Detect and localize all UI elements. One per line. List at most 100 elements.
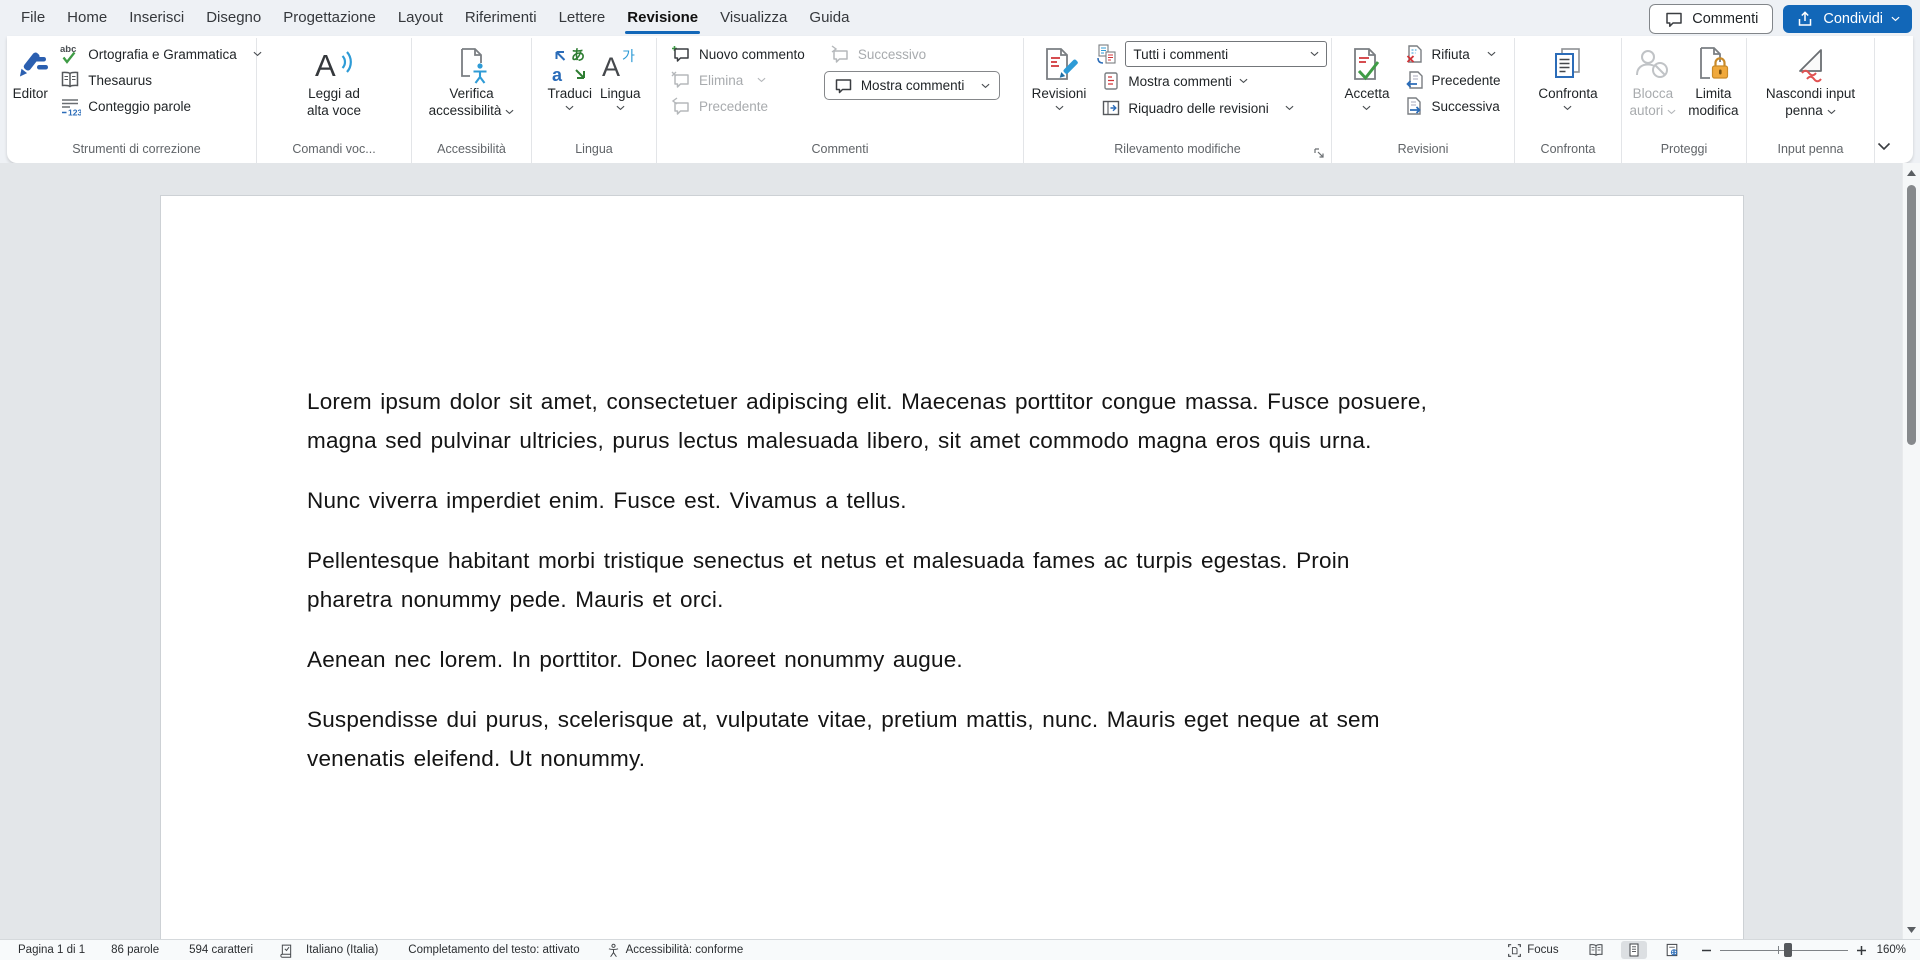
hide-ink-button[interactable]: Nascondi input penna	[1762, 40, 1859, 142]
chevron-down-icon	[1891, 16, 1900, 22]
comments-button[interactable]: Commenti	[1649, 4, 1773, 34]
tab-file[interactable]: File	[10, 1, 56, 36]
document-paragraph[interactable]: Nunc viverra imperdiet enim. Fusce est. …	[307, 481, 1605, 520]
status-bar: Pagina 1 di 1 86 parole 594 caratteri It…	[0, 939, 1920, 960]
collapse-ribbon-icon[interactable]	[1877, 142, 1891, 151]
chevron-down-icon	[1362, 105, 1371, 111]
compare-button[interactable]: Confronta	[1534, 40, 1601, 142]
accept-icon	[1347, 45, 1387, 85]
show-markup-icon	[1101, 71, 1121, 91]
tracking-dialog-launcher-icon[interactable]	[1312, 146, 1326, 160]
tab-layout[interactable]: Layout	[387, 1, 454, 36]
chevron-down-icon	[1563, 105, 1572, 111]
delete-comment-label: Elimina	[699, 73, 743, 88]
zoom-slider-tick	[1778, 946, 1780, 954]
group-label-ink: Input penna	[1747, 142, 1874, 163]
svg-text:A: A	[315, 48, 336, 83]
tab-disegno[interactable]: Disegno	[195, 1, 272, 36]
markup-view-value: Tutti i commenti	[1133, 47, 1228, 62]
group-proofing: Editor abc Ortografia e Grammatica Thesa…	[17, 38, 257, 163]
zoom-out-icon[interactable]	[1701, 945, 1712, 956]
show-comments-button[interactable]: Mostra commenti	[824, 71, 1001, 100]
status-left: Pagina 1 di 1 86 parole 594 caratteri It…	[0, 943, 743, 958]
markup-view-combobox[interactable]: Tutti i commenti	[1125, 41, 1327, 67]
reject-button[interactable]: Rifiuta	[1399, 41, 1505, 67]
read-aloud-button[interactable]: A Leggi ad alta voce	[303, 40, 365, 142]
show-markup-button[interactable]: Mostra commenti	[1096, 68, 1327, 94]
previous-change-button[interactable]: Precedente	[1399, 67, 1505, 93]
delete-comment-icon	[670, 69, 692, 91]
check-accessibility-button[interactable]: Verifica accessibilità	[425, 40, 519, 142]
next-comment-icon	[829, 43, 851, 65]
previous-comment-icon	[670, 95, 692, 117]
print-layout-button[interactable]	[1621, 941, 1647, 959]
document-paragraph[interactable]: Lorem ipsum dolor sit amet, consectetuer…	[307, 382, 1605, 460]
group-language: a あ Traduci A가 Lingua Lingua	[532, 38, 657, 163]
status-language[interactable]: Italiano (Italia)	[306, 944, 378, 956]
tab-inserisci[interactable]: Inserisci	[118, 1, 195, 36]
read-aloud-label-line2: alta voce	[307, 102, 361, 119]
new-comment-button[interactable]: Nuovo commento	[665, 41, 810, 67]
status-page-number[interactable]: Pagina 1 di 1	[18, 944, 85, 956]
scrollbar-thumb[interactable]	[1907, 185, 1916, 445]
tab-riferimenti[interactable]: Riferimenti	[454, 1, 548, 36]
group-accessibility: Verifica accessibilità Accessibilità	[412, 38, 532, 163]
spelling-grammar-button[interactable]: abc Ortografia e Grammatica	[54, 41, 267, 67]
chevron-down-icon	[505, 109, 514, 115]
read-mode-icon	[1588, 942, 1604, 958]
zoom-slider-handle[interactable]	[1784, 943, 1792, 957]
status-accessibility[interactable]: Accessibilità: conforme	[626, 944, 744, 956]
vertical-scrollbar[interactable]	[1902, 163, 1920, 940]
group-protect: Blocca autori Limita modifica Proteggi	[1622, 38, 1747, 163]
scroll-down-icon[interactable]	[1906, 926, 1917, 934]
block-authors-button[interactable]: Blocca autori	[1625, 40, 1680, 142]
zoom-level[interactable]: 160%	[1877, 944, 1906, 956]
document-paragraph[interactable]: Pellentesque habitant morbi tristique se…	[307, 541, 1605, 619]
restrict-editing-button[interactable]: Limita modifica	[1684, 40, 1742, 142]
editor-icon	[10, 45, 50, 85]
translate-button[interactable]: a あ Traduci	[543, 40, 596, 142]
chevron-down-icon	[1055, 105, 1064, 111]
tab-revisione[interactable]: Revisione	[616, 1, 709, 36]
web-layout-button[interactable]	[1659, 941, 1685, 959]
tab-home[interactable]: Home	[56, 1, 118, 36]
share-button[interactable]: Condividi	[1783, 5, 1912, 33]
document-page[interactable]: Lorem ipsum dolor sit amet, consectetuer…	[160, 195, 1744, 942]
editor-button[interactable]: Editor	[6, 40, 54, 142]
read-aloud-label-line1: Leggi ad	[308, 85, 360, 102]
delete-comment-button[interactable]: Elimina	[665, 67, 810, 93]
document-area: Lorem ipsum dolor sit amet, consectetuer…	[0, 163, 1920, 940]
svg-text:あ: あ	[571, 47, 585, 63]
markup-options-icon	[1096, 43, 1118, 65]
hide-ink-line2: penna	[1785, 102, 1823, 119]
document-paragraph[interactable]: Aenean nec lorem. In porttitor. Donec la…	[307, 640, 1605, 679]
group-label-tracking: Rilevamento modifiche	[1024, 142, 1331, 163]
language-button[interactable]: A가 Lingua	[596, 40, 645, 142]
word-count-button[interactable]: 123 Conteggio parole	[54, 93, 267, 119]
previous-comment-button[interactable]: Precedente	[665, 93, 810, 119]
scroll-up-icon[interactable]	[1906, 169, 1917, 177]
web-layout-icon	[1664, 942, 1680, 958]
document-paragraph[interactable]: Suspendisse dui purus, scelerisque at, v…	[307, 700, 1605, 778]
reviewing-pane-button[interactable]: Riquadro delle revisioni	[1096, 95, 1327, 121]
chevron-down-icon	[1239, 78, 1248, 84]
zoom-in-icon[interactable]	[1856, 945, 1867, 956]
track-changes-button[interactable]: Revisioni	[1028, 40, 1091, 142]
read-mode-button[interactable]	[1583, 941, 1609, 959]
status-word-count[interactable]: 86 parole	[111, 944, 159, 956]
status-char-count[interactable]: 594 caratteri	[189, 944, 253, 956]
status-text-completion[interactable]: Completamento del testo: attivato	[408, 944, 579, 956]
collapse-ribbon-area	[1875, 38, 1909, 163]
block-authors-line2-wrap: autori	[1629, 102, 1676, 119]
accept-button[interactable]: Accetta	[1340, 40, 1393, 142]
thesaurus-button[interactable]: Thesaurus	[54, 67, 267, 93]
next-comment-button[interactable]: Successivo	[824, 41, 1001, 67]
next-change-button[interactable]: Successiva	[1399, 93, 1505, 119]
tab-lettere[interactable]: Lettere	[548, 1, 617, 36]
tab-progettazione[interactable]: Progettazione	[272, 1, 387, 36]
tab-visualizza[interactable]: Visualizza	[709, 1, 798, 36]
zoom-slider[interactable]	[1720, 941, 1848, 959]
proofing-status-icon[interactable]	[279, 943, 294, 958]
tab-guida[interactable]: Guida	[798, 1, 860, 36]
focus-button[interactable]: Focus	[1527, 944, 1558, 956]
